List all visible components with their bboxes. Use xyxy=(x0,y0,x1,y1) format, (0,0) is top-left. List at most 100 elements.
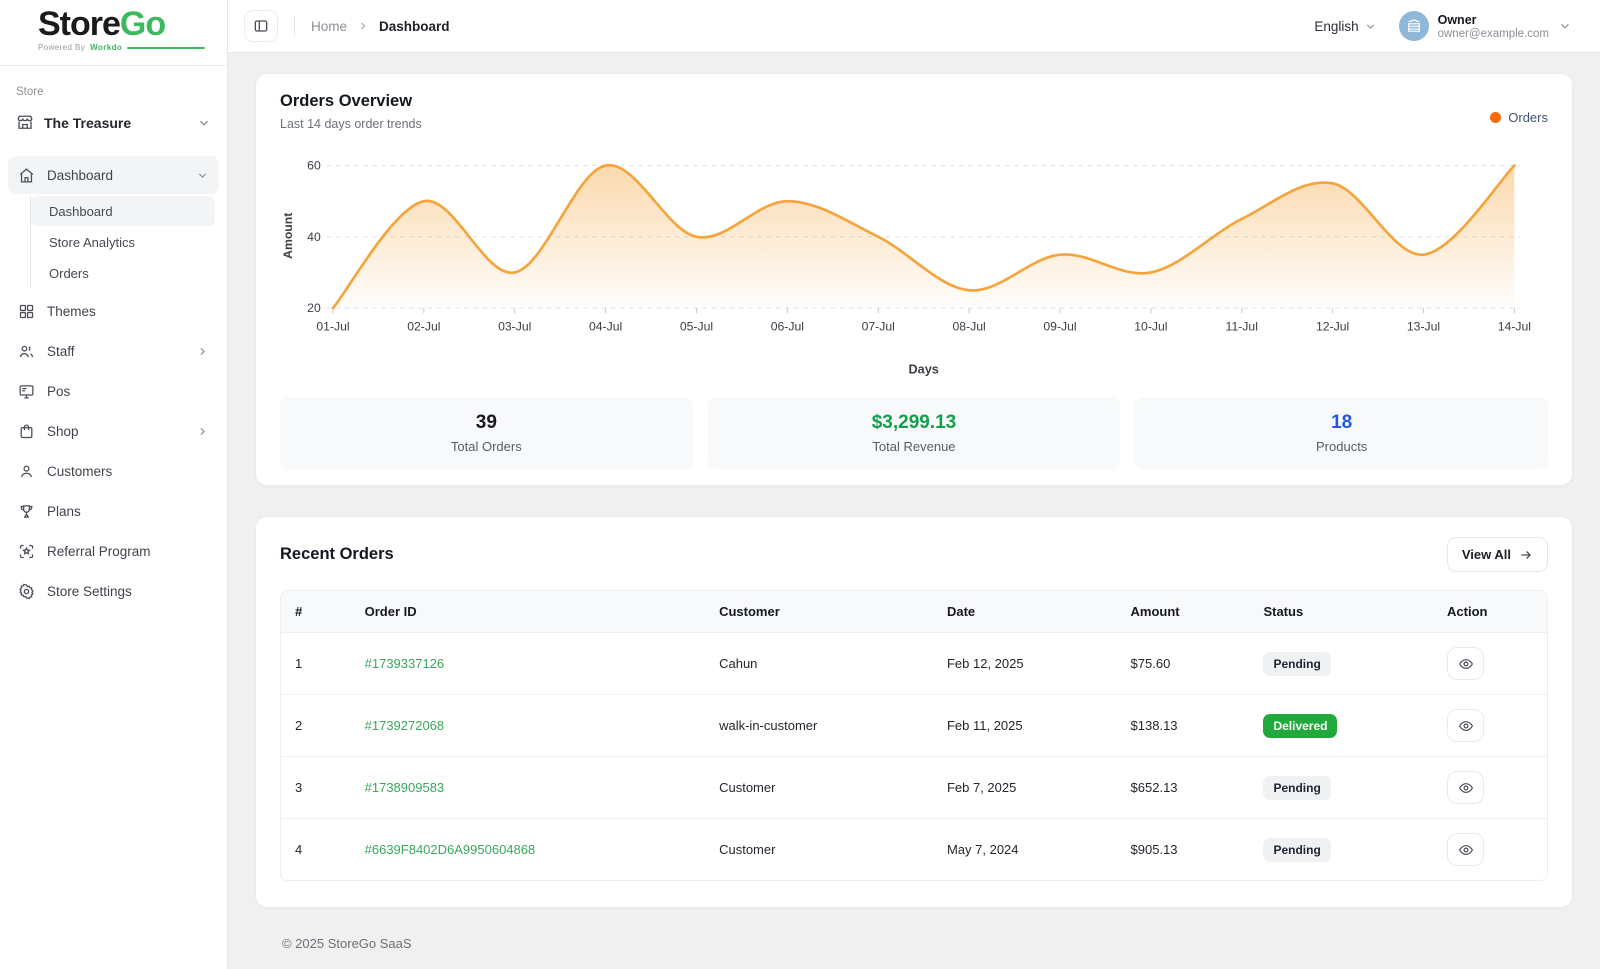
orders-overview-card: Orders Overview Last 14 days order trend… xyxy=(255,73,1573,486)
breadcrumb: Home Dashboard xyxy=(311,19,450,34)
row-num: 4 xyxy=(281,819,351,881)
sidebar-item-store-settings[interactable]: Store Settings xyxy=(8,572,219,610)
svg-text:08-Jul: 08-Jul xyxy=(952,320,985,334)
sidebar-item-pos[interactable]: Pos xyxy=(8,372,219,410)
chart-x-axis-label: Days xyxy=(908,361,938,376)
chevron-down-icon xyxy=(1364,20,1377,33)
language-selector[interactable]: English xyxy=(1314,19,1376,34)
orders-overview-title: Orders Overview xyxy=(280,92,422,111)
svg-text:10-Jul: 10-Jul xyxy=(1134,320,1167,334)
user-meta: Owner owner@example.com xyxy=(1438,13,1549,40)
sidebar-nav: Dashboard Dashboard Store Analytics Orde… xyxy=(0,146,227,632)
svg-text:14-Jul: 14-Jul xyxy=(1498,320,1531,334)
powered-by-brand: Workdo xyxy=(90,43,122,52)
chart-legend: Orders xyxy=(1490,110,1548,125)
store-selector[interactable]: The Treasure xyxy=(0,106,227,146)
view-all-label: View All xyxy=(1462,547,1511,562)
order-id-link[interactable]: #1739272068 xyxy=(365,718,445,733)
brand-logo[interactable]: StoreGo Powered By Workdo xyxy=(0,0,227,66)
svg-text:07-Jul: 07-Jul xyxy=(862,320,895,334)
stat-total-orders: 39 Total Orders xyxy=(280,397,693,469)
legend-orders-dot-icon xyxy=(1490,112,1501,123)
sidebar-item-staff[interactable]: Staff xyxy=(8,332,219,370)
sidebar-section-store-label: Store xyxy=(0,66,227,106)
view-all-button[interactable]: View All xyxy=(1447,537,1548,572)
chevron-right-icon xyxy=(357,20,369,32)
products-value: 18 xyxy=(1331,412,1352,434)
sidebar-item-label: Plans xyxy=(47,504,209,519)
table-row: 4 #6639F8402D6A9950604868 Customer May 7… xyxy=(281,819,1547,881)
recent-orders-card: Recent Orders View All # Order ID xyxy=(255,516,1573,908)
date-cell: May 7, 2024 xyxy=(933,819,1117,881)
sidebar-subitem-orders[interactable]: Orders xyxy=(31,258,215,288)
column-header-amount: Amount xyxy=(1117,591,1250,633)
logo-text: StoreGo xyxy=(38,7,205,41)
page-content: Orders Overview Last 14 days order trend… xyxy=(228,53,1600,969)
sidebar-item-label: Staff xyxy=(47,344,184,359)
sidebar-item-label: Pos xyxy=(47,384,209,399)
pos-monitor-icon xyxy=(18,383,35,400)
column-header-action: Action xyxy=(1433,591,1547,633)
svg-text:11-Jul: 11-Jul xyxy=(1226,320,1258,334)
logo-store-part: Store xyxy=(38,5,120,43)
sidebar-subitem-dashboard[interactable]: Dashboard xyxy=(31,196,215,226)
date-cell: Feb 7, 2025 xyxy=(933,757,1117,819)
customer-cell: walk-in-customer xyxy=(705,695,933,757)
sidebar-item-dashboard[interactable]: Dashboard xyxy=(8,156,219,194)
eye-icon xyxy=(1458,842,1474,858)
area-chart-svg: 204060 01-Jul02-Jul03-Jul04-Jul05-Jul06-… xyxy=(280,137,1548,383)
date-cell: Feb 11, 2025 xyxy=(933,695,1117,757)
total-orders-value: 39 xyxy=(476,412,497,434)
chevron-down-icon xyxy=(1558,19,1572,33)
order-id-link[interactable]: #6639F8402D6A9950604868 xyxy=(365,842,536,857)
view-order-button[interactable] xyxy=(1447,771,1484,804)
sidebar-item-themes[interactable]: Themes xyxy=(8,292,219,330)
svg-text:05-Jul: 05-Jul xyxy=(680,320,713,334)
sidebar-item-customers[interactable]: Customers xyxy=(8,452,219,490)
view-order-button[interactable] xyxy=(1447,709,1484,742)
svg-text:20: 20 xyxy=(307,301,321,315)
orders-trend-chart[interactable]: 204060 01-Jul02-Jul03-Jul04-Jul05-Jul06-… xyxy=(280,137,1548,383)
row-num: 1 xyxy=(281,633,351,695)
customer-cell: Customer xyxy=(705,757,933,819)
user-menu[interactable]: Owner owner@example.com xyxy=(1399,11,1572,41)
sidebar-item-plans[interactable]: Plans xyxy=(8,492,219,530)
column-header-customer: Customer xyxy=(705,591,933,633)
user-email: owner@example.com xyxy=(1438,28,1549,40)
main-column: Home Dashboard English xyxy=(228,0,1600,969)
amount-cell: $75.60 xyxy=(1117,633,1250,695)
breadcrumb-home-link[interactable]: Home xyxy=(311,19,347,34)
orders-overview-subtitle: Last 14 days order trends xyxy=(280,117,422,131)
order-id-link[interactable]: #1739337126 xyxy=(365,656,445,671)
amount-cell: $138.13 xyxy=(1117,695,1250,757)
sidebar-item-referral-program[interactable]: Referral Program xyxy=(8,532,219,570)
orders-table-body: 1 #1739337126 Cahun Feb 12, 2025 $75.60 … xyxy=(281,633,1547,881)
row-num: 2 xyxy=(281,695,351,757)
total-revenue-label: Total Revenue xyxy=(872,439,955,454)
chevron-down-icon xyxy=(197,116,211,130)
svg-text:02-Jul: 02-Jul xyxy=(407,320,440,334)
status-badge: Pending xyxy=(1263,838,1330,862)
trophy-icon xyxy=(18,503,35,520)
view-order-button[interactable] xyxy=(1447,833,1484,866)
date-cell: Feb 12, 2025 xyxy=(933,633,1117,695)
orders-table-container: # Order ID Customer Date Amount Status A… xyxy=(280,590,1548,881)
powered-by-underline xyxy=(127,47,205,49)
sidebar: StoreGo Powered By Workdo Store The Trea… xyxy=(0,0,228,969)
storefront-icon xyxy=(16,114,34,132)
recent-orders-header: Recent Orders View All xyxy=(280,537,1548,572)
status-badge: Delivered xyxy=(1263,714,1337,738)
sidebar-subitem-store-analytics[interactable]: Store Analytics xyxy=(31,227,215,257)
column-header-num: # xyxy=(281,591,351,633)
view-order-button[interactable] xyxy=(1447,647,1484,680)
sidebar-toggle-button[interactable] xyxy=(244,10,278,42)
sidebar-item-label: Referral Program xyxy=(47,544,209,559)
status-badge: Pending xyxy=(1263,652,1330,676)
order-id-link[interactable]: #1738909583 xyxy=(365,780,445,795)
gear-icon xyxy=(18,583,35,600)
topbar-divider xyxy=(294,16,295,36)
sidebar-item-shop[interactable]: Shop xyxy=(8,412,219,450)
home-icon xyxy=(18,167,35,184)
users-icon xyxy=(18,343,35,360)
logo-go-part: Go xyxy=(120,5,165,43)
